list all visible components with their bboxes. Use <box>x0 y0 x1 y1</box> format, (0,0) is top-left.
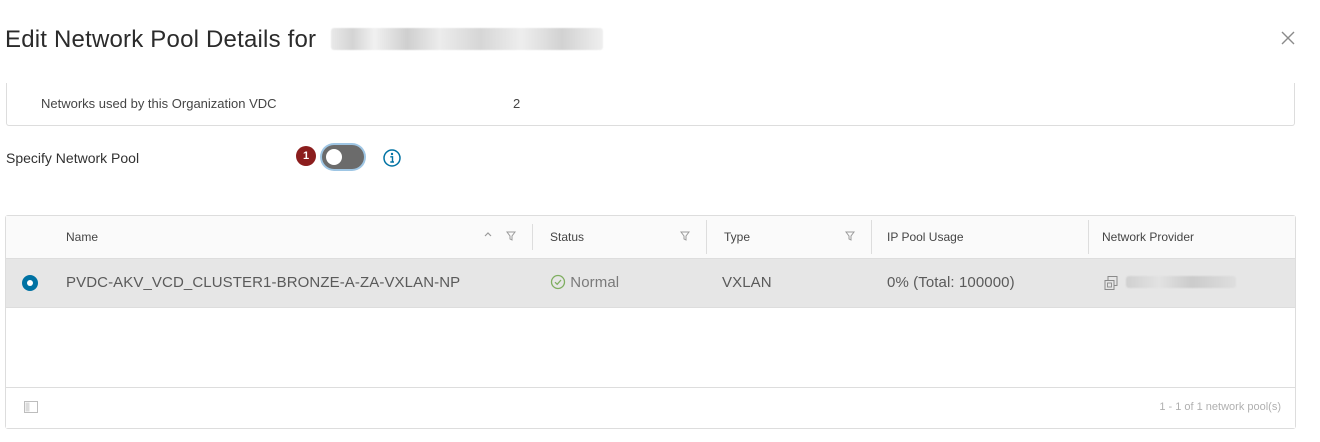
column-separator[interactable] <box>532 224 533 250</box>
sort-ascending-icon[interactable] <box>482 229 494 241</box>
cell-name: PVDC-AKV_VCD_CLUSTER1-BRONZE-A-ZA-VXLAN-… <box>66 274 461 291</box>
info-icon[interactable] <box>382 148 402 168</box>
redacted-network-provider <box>1126 276 1236 288</box>
network-pool-grid: Name Status Type IP Pool Usage Network P… <box>5 215 1296 429</box>
column-header-network-provider[interactable]: Network Provider <box>1102 230 1194 244</box>
dialog-title: Edit Network Pool Details for <box>5 26 604 54</box>
row-select-radio[interactable] <box>22 275 38 291</box>
specify-network-pool-label: Specify Network Pool <box>6 150 140 166</box>
status-ok-icon <box>550 274 566 290</box>
column-separator[interactable] <box>871 220 872 254</box>
column-separator[interactable] <box>706 220 707 254</box>
step-badge: 1 <box>296 146 316 166</box>
cell-status-text: Normal <box>570 274 620 291</box>
grid-footer: 1 - 1 of 1 network pool(s) <box>6 387 1295 428</box>
column-header-ip-pool-usage[interactable]: IP Pool Usage <box>887 230 964 244</box>
redacted-org-name <box>331 27 604 50</box>
networks-info-card: Networks used by this Organization VDC 2 <box>6 83 1295 126</box>
column-header-status[interactable]: Status <box>550 230 584 244</box>
grid-header: Name Status Type IP Pool Usage Network P… <box>6 216 1295 259</box>
network-provider-icon <box>1104 276 1118 290</box>
specify-network-pool-toggle[interactable] <box>322 145 364 169</box>
cell-ip-pool-usage: 0% (Total: 100000) <box>887 274 1015 291</box>
filter-icon[interactable] <box>679 230 691 242</box>
column-toggle-icon[interactable] <box>24 401 38 413</box>
toggle-knob <box>326 149 342 165</box>
column-header-name[interactable]: Name <box>66 230 98 244</box>
filter-icon[interactable] <box>505 230 517 242</box>
column-separator[interactable] <box>1088 220 1089 254</box>
table-row[interactable]: PVDC-AKV_VCD_CLUSTER1-BRONZE-A-ZA-VXLAN-… <box>6 259 1295 308</box>
networks-used-label: Networks used by this Organization VDC <box>41 96 277 111</box>
column-header-type[interactable]: Type <box>724 230 750 244</box>
pagination-count: 1 - 1 of 1 network pool(s) <box>1159 401 1281 413</box>
cell-status: Normal <box>550 274 619 291</box>
networks-used-value: 2 <box>513 96 521 111</box>
dialog-title-text: Edit Network Pool Details for <box>5 26 317 53</box>
cell-type: VXLAN <box>722 274 772 291</box>
close-icon[interactable] <box>1278 28 1298 48</box>
filter-icon[interactable] <box>844 230 856 242</box>
